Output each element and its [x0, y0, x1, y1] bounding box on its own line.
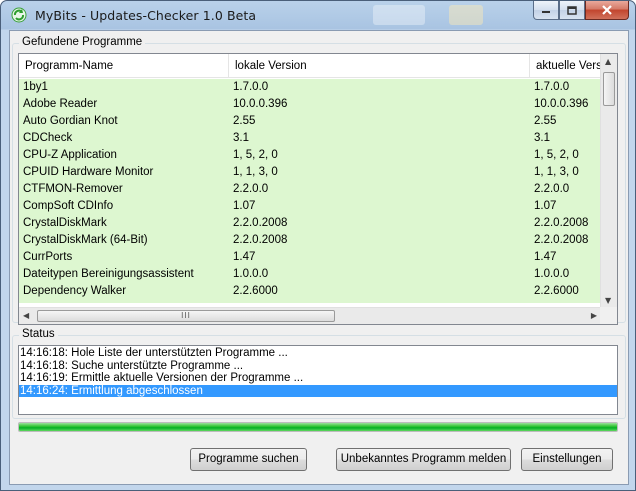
cell-local-version: 1, 1, 3, 0	[233, 166, 278, 178]
title-bar[interactable]: MyBits - Updates-Checker 1.0 Beta	[1, 1, 635, 29]
cell-current-version: 1.47	[534, 251, 557, 263]
table-row[interactable]: CrystalDiskMark (64-Bit) 2.2.0.2008 2.2.0.…	[19, 232, 601, 249]
cell-local-version: 1.47	[233, 251, 256, 263]
cell-program-name: Adobe Reader	[23, 98, 98, 110]
status-line[interactable]: 14:16:24: Ermittlung abgeschlossen	[19, 384, 617, 397]
cell-current-version: 2.2.6000	[534, 285, 579, 297]
cell-program-name: Dateitypen Bereinigungsassistent	[23, 268, 194, 280]
horizontal-scrollbar[interactable]: ◀ III ▶	[19, 307, 601, 324]
close-icon	[602, 5, 612, 15]
listview-body: 1by1 1.7.0.0 1.7.0.0 Adobe Reader 10.0.0.396…	[19, 79, 601, 303]
cell-program-name: CTFMON-Remover	[23, 183, 123, 195]
cell-local-version: 3.1	[233, 132, 249, 144]
horizontal-scroll-thumb[interactable]: III	[37, 310, 335, 322]
table-row[interactable]: CTFMON-Remover 2.2.0.0 2.2.0.0	[19, 181, 601, 198]
window-title: MyBits - Updates-Checker 1.0 Beta	[35, 8, 257, 23]
cell-current-version: 3.1	[534, 132, 550, 144]
cell-current-version: 1.0.0.0	[534, 268, 570, 280]
scroll-right-arrow-icon[interactable]: ▶	[591, 311, 597, 320]
report-unknown-program-button[interactable]: Unbekanntes Programm melden	[336, 448, 511, 471]
cell-local-version: 10.0.0.396	[233, 98, 288, 110]
cell-program-name: CurrPorts	[23, 251, 73, 263]
cell-local-version: 1.0.0.0	[233, 268, 269, 280]
minimize-button[interactable]	[533, 1, 559, 20]
table-row[interactable]: Dependency Walker 2.2.6000 2.2.6000	[19, 283, 601, 300]
cell-program-name: CDCheck	[23, 132, 73, 144]
caption-buttons	[533, 1, 629, 21]
cell-program-name: CompSoft CDInfo	[23, 200, 114, 212]
cell-local-version: 2.2.0.2008	[233, 234, 288, 246]
cell-local-version: 2.2.0.0	[233, 183, 269, 195]
vertical-scroll-thumb[interactable]	[603, 72, 615, 106]
table-row[interactable]: 1by1 1.7.0.0 1.7.0.0	[19, 79, 601, 96]
scroll-up-arrow-icon[interactable]: ▲	[605, 57, 611, 66]
cell-program-name: CrystalDiskMark (64-Bit)	[23, 234, 148, 246]
table-row[interactable]: Adobe Reader 10.0.0.396 10.0.0.396	[19, 96, 601, 113]
vertical-scrollbar[interactable]: ▲ ▼	[600, 54, 617, 308]
status-line[interactable]: 14:16:18: Hole Liste der unterstützten P…	[19, 347, 617, 360]
column-header-current-version[interactable]: aktuelle Versi	[530, 54, 601, 78]
table-row[interactable]: CompSoft CDInfo 1.07 1.07	[19, 198, 601, 215]
scroll-grip: III	[181, 311, 191, 320]
search-programs-button[interactable]: Programme suchen	[190, 448, 307, 471]
minimize-icon	[542, 11, 550, 13]
progress-bar-fill	[19, 423, 617, 431]
app-window: MyBits - Updates-Checker 1.0 Beta Gefund…	[0, 0, 636, 491]
titlebar-glass-blur	[373, 5, 425, 25]
close-button[interactable]	[585, 1, 629, 20]
table-row[interactable]: CPUID Hardware Monitor 1, 1, 3, 0 1, 1, 3,…	[19, 164, 601, 181]
scroll-left-arrow-icon[interactable]: ◀	[23, 311, 29, 320]
titlebar-glass-blur	[449, 5, 483, 25]
cell-program-name: Dependency Walker	[23, 285, 127, 297]
table-row[interactable]: CDCheck 3.1 3.1	[19, 130, 601, 147]
cell-current-version: 1.07	[534, 200, 557, 212]
cell-program-name: Auto Gordian Knot	[23, 115, 118, 127]
listview-header: Programm-Name lokale Version aktuelle Ve…	[19, 54, 601, 78]
table-row[interactable]: Dateitypen Bereinigungsassistent 1.0.0.0 1…	[19, 266, 601, 283]
cell-current-version: 2.2.0.0	[534, 183, 570, 195]
cell-current-version: 2.55	[534, 115, 557, 127]
cell-local-version: 1.07	[233, 200, 256, 212]
cell-program-name: CPUID Hardware Monitor	[23, 166, 154, 178]
scroll-down-arrow-icon[interactable]: ▼	[605, 296, 611, 305]
progress-bar	[18, 422, 618, 432]
table-row[interactable]: Auto Gordian Knot 2.55 2.55	[19, 113, 601, 130]
cell-local-version: 1.7.0.0	[233, 81, 269, 93]
cell-local-version: 1, 5, 2, 0	[233, 149, 278, 161]
column-header-program-name[interactable]: Programm-Name	[19, 54, 229, 78]
status-group-label: Status	[19, 328, 58, 340]
maximize-button[interactable]	[559, 1, 585, 20]
cell-local-version: 2.2.0.2008	[233, 217, 288, 229]
table-row[interactable]: CrystalDiskMark 2.2.0.2008 2.2.0.2008	[19, 215, 601, 232]
cell-local-version: 2.2.6000	[233, 285, 278, 297]
cell-program-name: 1by1	[23, 81, 48, 93]
app-refresh-icon	[11, 7, 27, 23]
client-area: Gefundene Programme Programm-Name lokale…	[9, 30, 629, 485]
scroll-corner	[600, 307, 617, 324]
cell-current-version: 10.0.0.396	[534, 98, 589, 110]
programs-group-label: Gefundene Programme	[19, 36, 146, 48]
table-row[interactable]: CurrPorts 1.47 1.47	[19, 249, 601, 266]
status-line[interactable]: 14:16:18: Suche unterstützte Programme .…	[19, 360, 617, 373]
cell-program-name: CPU-Z Application	[23, 149, 117, 161]
programs-listview[interactable]: Programm-Name lokale Version aktuelle Ve…	[18, 53, 618, 325]
column-header-local-version[interactable]: lokale Version	[229, 54, 530, 78]
status-listbox[interactable]: 14:16:18: Hole Liste der unterstützten P…	[18, 345, 618, 415]
table-row[interactable]: CPU-Z Application 1, 5, 2, 0 1, 5, 2, 0	[19, 147, 601, 164]
cell-current-version: 1.7.0.0	[534, 81, 570, 93]
cell-current-version: 2.2.0.2008	[534, 234, 589, 246]
cell-current-version: 2.2.0.2008	[534, 217, 589, 229]
cell-program-name: CrystalDiskMark	[23, 217, 107, 229]
cell-local-version: 2.55	[233, 115, 256, 127]
settings-button[interactable]: Einstellungen	[521, 448, 613, 471]
cell-current-version: 1, 1, 3, 0	[534, 166, 579, 178]
cell-current-version: 1, 5, 2, 0	[534, 149, 579, 161]
maximize-icon	[567, 5, 577, 15]
status-line[interactable]: 14:16:19: Ermittle aktuelle Versionen de…	[19, 372, 617, 385]
